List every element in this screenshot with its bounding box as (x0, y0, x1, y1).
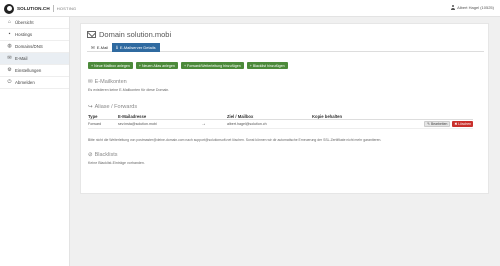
sidebar-item-label: Abmelden (15, 80, 35, 85)
gear-icon: ⚙ (7, 67, 12, 73)
forwards-table: Type E-Mailadresse Ziel / Mailbox Kopie … (88, 113, 473, 129)
blacklists-title: Blacklists (94, 152, 118, 158)
tab-mailserver-details[interactable]: ℹ E-Mailserver Details (112, 43, 160, 52)
blacklists-heading: ⊘ Blacklists (88, 152, 118, 158)
share-icon: ↪ (88, 104, 93, 110)
forwards-title: Aliase / Forwards (94, 104, 138, 110)
table-row: Forward sev.insta@solution.mobi → albert… (88, 120, 473, 129)
col-keep-copy: Kopie behalten (312, 113, 343, 119)
mail-icon: ✉ (7, 55, 12, 61)
tab-label: E-Mailserver Details (119, 45, 156, 50)
user-icon (450, 5, 455, 10)
home-icon: ⌂ (7, 19, 12, 25)
forwards-warning-note: Bitte nicht die Weiterleitung von postma… (88, 138, 382, 142)
sidebar-item-settings[interactable]: ⚙ Einstellungen (0, 65, 69, 77)
sidebar-item-domains[interactable]: ◍ Domains/DNS (0, 41, 69, 53)
new-mailbox-button[interactable]: + Neue Mailbox anlegen (88, 62, 133, 69)
sidebar-item-label: E-Mail (15, 56, 28, 61)
sidebar-item-label: Einstellungen (15, 68, 42, 73)
mailboxes-title: E-Mailkonten (94, 79, 127, 85)
page-title: Domain solution.mobi (87, 30, 171, 39)
arrow-right-icon: → (201, 121, 206, 127)
mailboxes-heading: ✉ E-Mailkonten (88, 79, 127, 85)
col-type: Type (88, 113, 98, 119)
add-forward-button[interactable]: + Forward/Weiterleitung hinzufügen (180, 62, 244, 69)
logout-icon: ⏻ (7, 79, 12, 85)
sidebar-item-label: Domains/DNS (15, 44, 43, 49)
sidebar-item-overview[interactable]: ⌂ Übersicht (0, 17, 69, 29)
sidebar-item-logout[interactable]: ⏻ Abmelden (0, 77, 69, 89)
info-icon: ℹ (116, 44, 118, 50)
globe-icon: ◍ (7, 43, 12, 49)
sidebar: ⌂ Übersicht ▪ Hostings ◍ Domains/DNS ✉ E… (0, 17, 70, 266)
sidebar-item-label: Hostings (15, 32, 33, 37)
ban-icon: ⊘ (88, 152, 93, 158)
main-content: Domain solution.mobi ✉ E-Mail ℹ E-Mailse… (70, 17, 500, 266)
sidebar-item-email[interactable]: ✉ E-Mail (0, 53, 69, 65)
logo-icon (4, 3, 14, 14)
row-target: albert.hagel@solution.ch (227, 122, 267, 126)
envelope-icon: ✉ (88, 79, 93, 85)
col-target: Ziel / Mailbox (227, 113, 254, 119)
user-name: Albert Hagel (10525) (457, 5, 494, 10)
row-email: sev.insta@solution.mobi (118, 122, 157, 126)
page-title-text: Domain solution.mobi (99, 30, 172, 39)
edit-label: Bearbeiten (430, 122, 448, 126)
top-bar: SOLUTION.CH HOSTING Albert Hagel (10525) (0, 0, 500, 17)
row-type: Forward (88, 122, 102, 126)
tab-label: E-Mail (96, 45, 109, 50)
edit-button[interactable]: ✎ Bearbeiten (424, 121, 451, 127)
user-menu[interactable]: Albert Hagel (10525) (450, 5, 494, 10)
table-header: Type E-Mailadresse Ziel / Mailbox Kopie … (88, 113, 473, 120)
delete-button[interactable]: ✖ Löschen (452, 121, 473, 127)
blacklists-empty-note: Keine Blacklist-Einträge vorhanden. (88, 161, 145, 165)
hostings-icon: ▪ (8, 31, 11, 37)
sidebar-item-label: Übersicht (15, 20, 34, 25)
envelope-icon: ✉ (91, 44, 95, 50)
add-blacklist-button[interactable]: + Blacklist hinzufügen (246, 62, 288, 69)
domain-panel: Domain solution.mobi ✉ E-Mail ℹ E-Mailse… (80, 23, 489, 194)
mailboxes-empty-note: Es existieren keine E-Mailkonten für die… (88, 88, 170, 92)
brand-logo[interactable]: SOLUTION.CH HOSTING (4, 3, 76, 14)
tab-email[interactable]: ✉ E-Mail (87, 43, 112, 52)
action-buttons: + Neue Mailbox anlegen + Neuen Alias anl… (88, 62, 288, 69)
forwards-heading: ↪ Aliase / Forwards (88, 104, 137, 110)
col-email: E-Mailadresse (118, 113, 147, 119)
delete-label: Löschen (458, 122, 471, 126)
row-actions: ✎ Bearbeiten ✖ Löschen (417, 121, 473, 127)
new-alias-button[interactable]: + Neuen Alias anlegen (135, 62, 178, 69)
envelope-icon (87, 31, 96, 38)
brand-subtitle: HOSTING (56, 6, 77, 11)
brand-name: SOLUTION.CH (17, 6, 50, 11)
sidebar-item-hostings[interactable]: ▪ Hostings (0, 29, 69, 41)
brand-divider (52, 5, 54, 12)
tab-bar: ✉ E-Mail ℹ E-Mailserver Details (87, 43, 484, 52)
